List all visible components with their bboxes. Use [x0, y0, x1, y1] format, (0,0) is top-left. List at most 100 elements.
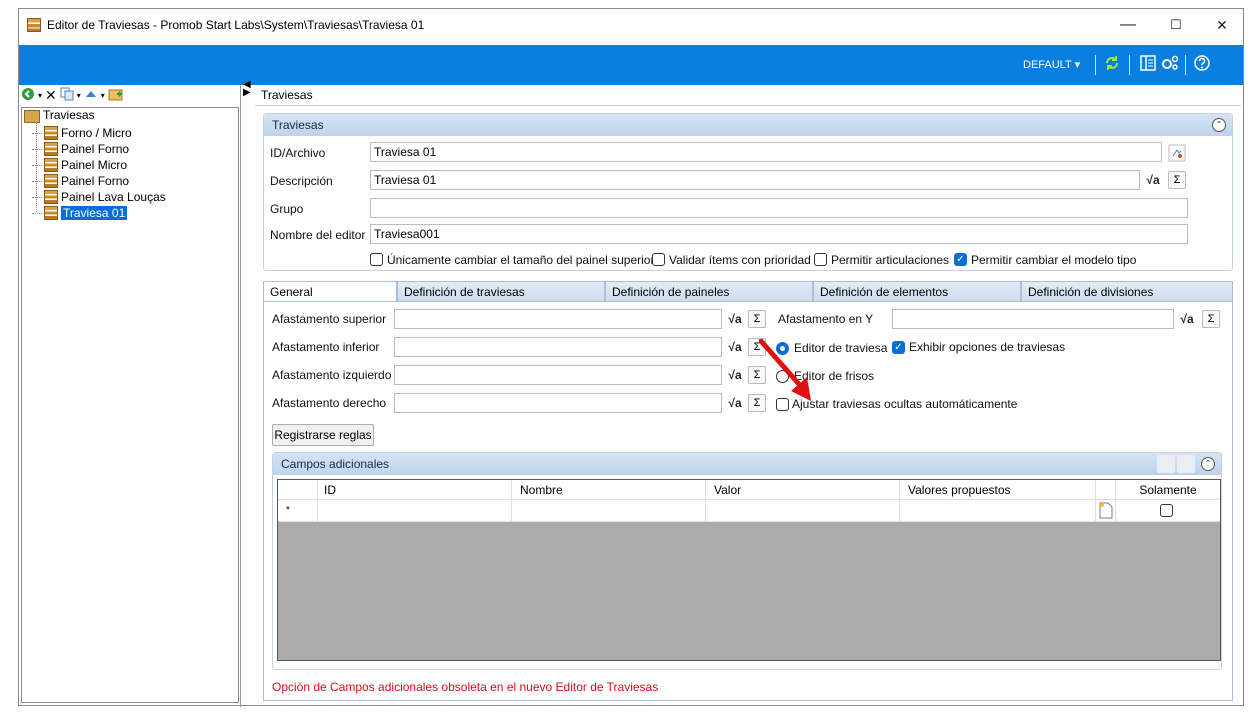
col-id[interactable]: ID	[318, 480, 512, 500]
afast-izq-label: Afastamento izquierdo	[272, 368, 392, 382]
cell-valor[interactable]	[706, 500, 900, 522]
new-row[interactable]: *	[278, 500, 1220, 522]
warning-message: Opción de Campos adicionales obsoleta en…	[272, 680, 659, 694]
sigma-icon[interactable]: Σ	[1202, 310, 1220, 328]
formula-icon[interactable]: √a	[726, 310, 744, 328]
checkbox-change-model[interactable]: ✓	[954, 253, 967, 266]
cell-id[interactable]	[318, 500, 512, 522]
register-rules-button[interactable]: Registrarse reglas	[272, 424, 374, 446]
checkbox-validate-priority[interactable]	[652, 253, 665, 266]
formula-icon[interactable]: √a	[1178, 310, 1196, 328]
traviesa-icon	[44, 158, 58, 172]
afast-y-label: Afastamento en Y	[778, 312, 874, 326]
col-nombre[interactable]: Nombre	[512, 480, 706, 500]
desc-label: Descripción	[270, 174, 333, 188]
afast-sup-label: Afastamento superior	[272, 312, 387, 326]
back-icon[interactable]	[21, 87, 35, 104]
move-up-icon[interactable]	[84, 87, 98, 104]
tree-item[interactable]: Painel Lava Louças	[32, 189, 166, 205]
col-valor[interactable]: Valor	[706, 480, 900, 500]
panel-icon[interactable]	[1137, 54, 1159, 76]
afast-inf-label: Afastamento inferior	[272, 340, 380, 354]
tree-item[interactable]: Painel Forno	[32, 173, 166, 189]
checkbox-change-model-label: Permitir cambiar el modelo tipo	[971, 253, 1137, 267]
afast-izq-field[interactable]	[394, 365, 722, 385]
solamente-checkbox[interactable]	[1160, 504, 1173, 517]
afast-inf-field[interactable]	[394, 337, 722, 357]
sigma-icon[interactable]: Σ	[748, 310, 766, 328]
checkbox-exhibir-label: Exhibir opciones de traviesas	[909, 340, 1066, 354]
tab-traviesas[interactable]: Definición de traviesas	[397, 281, 605, 301]
col-solamente[interactable]: Solamente	[1116, 480, 1220, 500]
chevron-down-icon: ▾	[1074, 59, 1081, 71]
add-row-button[interactable]	[1157, 455, 1175, 473]
traviesa-icon	[44, 174, 58, 188]
campos-grid[interactable]: ID Nombre Valor Valores propuestos Solam…	[277, 479, 1221, 661]
campos-adicionales-group: Campos adicionales ⌃ ID Nombre Valor Val…	[272, 452, 1222, 670]
tab-paineles[interactable]: Definición de paineles	[605, 281, 813, 301]
collapse-icon[interactable]: ⌃	[1201, 457, 1215, 471]
tree-item-label: Traviesa 01	[61, 206, 128, 220]
tab-elementos[interactable]: Definición de elementos	[813, 281, 1021, 301]
group-field[interactable]	[370, 198, 1188, 218]
tree-root[interactable]: Traviesas	[24, 109, 236, 124]
afast-y-field[interactable]	[892, 309, 1174, 329]
refresh-icon[interactable]	[1101, 54, 1123, 76]
formula-icon[interactable]: √a	[1144, 171, 1162, 189]
splitter-toggle[interactable]: ◀ ▶	[243, 80, 251, 98]
campos-header: Campos adicionales ⌃	[273, 453, 1221, 475]
preset-dropdown[interactable]: DEFAULT ▾	[1023, 58, 1080, 71]
close-window-button[interactable]: ✕	[1199, 9, 1245, 41]
traviesas-tree[interactable]: Traviesas Forno / Micro Painel Forno Pai…	[21, 107, 239, 703]
tree-item[interactable]: Painel Forno	[32, 141, 166, 157]
tree-item[interactable]: Forno / Micro	[32, 125, 166, 141]
afast-sup-field[interactable]	[394, 309, 722, 329]
chevron-down-icon[interactable]: ▾	[77, 91, 81, 100]
copy-icon[interactable]	[60, 87, 74, 104]
tree-item-selected[interactable]: Traviesa 01	[32, 205, 166, 221]
tab-divisiones[interactable]: Definición de divisiones	[1021, 281, 1233, 301]
col-valores-propuestos[interactable]: Valores propuestos	[900, 480, 1096, 500]
formula-icon[interactable]: √a	[726, 366, 744, 384]
browse-file-icon[interactable]	[1168, 144, 1186, 165]
new-document-icon[interactable]	[1098, 502, 1114, 520]
divider	[255, 105, 1241, 106]
cell-solamente[interactable]	[1116, 500, 1220, 522]
checkbox-validate-priority-label: Validar ítems con prioridad	[669, 253, 811, 267]
campos-title: Campos adicionales	[281, 457, 390, 471]
left-panel: ▾ ✕ ▾ ▾ Traviesas Forno / Micro Painel F…	[19, 85, 241, 707]
close-icon[interactable]: ✕	[45, 87, 57, 104]
desc-field[interactable]: Traviesa 01	[370, 170, 1140, 190]
add-folder-icon[interactable]	[108, 87, 124, 104]
tree-item[interactable]: Painel Micro	[32, 157, 166, 173]
checkbox-articulations[interactable]	[814, 253, 827, 266]
minimize-button[interactable]: —	[1105, 9, 1151, 41]
maximize-button[interactable]: ☐	[1153, 9, 1199, 41]
chevron-down-icon[interactable]: ▾	[101, 91, 105, 100]
ribbon-separator	[1129, 55, 1130, 75]
breadcrumb: Traviesas	[261, 88, 313, 102]
cell-nombre[interactable]	[512, 500, 706, 522]
tab-general[interactable]: General	[263, 281, 397, 302]
collapse-icon[interactable]: ⌃	[1212, 118, 1226, 132]
traviesa-icon	[44, 206, 58, 220]
editor-name-field[interactable]: Traviesa001	[370, 224, 1188, 244]
group-header: Traviesas ⌃	[264, 114, 1232, 136]
sigma-icon[interactable]: Σ	[1168, 171, 1186, 189]
checkbox-resize-top[interactable]	[370, 253, 383, 266]
checkbox-exhibir[interactable]: ✓	[892, 341, 905, 354]
preset-label: DEFAULT	[1023, 59, 1072, 71]
id-field[interactable]: Traviesa 01	[370, 142, 1162, 162]
cell-valores-propuestos[interactable]	[900, 500, 1096, 522]
ribbon-separator	[1185, 55, 1186, 75]
formula-icon[interactable]: √a	[726, 394, 744, 412]
afast-der-field[interactable]	[394, 393, 722, 413]
chevron-down-icon[interactable]: ▾	[38, 91, 42, 100]
afast-der-label: Afastamento derecho	[272, 396, 387, 410]
help-icon[interactable]	[1191, 54, 1213, 76]
settings-icon[interactable]	[1159, 54, 1181, 76]
traviesas-group: Traviesas ⌃ ID/Archivo Traviesa 01 Descr…	[263, 113, 1233, 271]
remove-row-button[interactable]	[1177, 455, 1195, 473]
cell-edit[interactable]	[1096, 500, 1116, 522]
formula-icon[interactable]: √a	[726, 338, 744, 356]
